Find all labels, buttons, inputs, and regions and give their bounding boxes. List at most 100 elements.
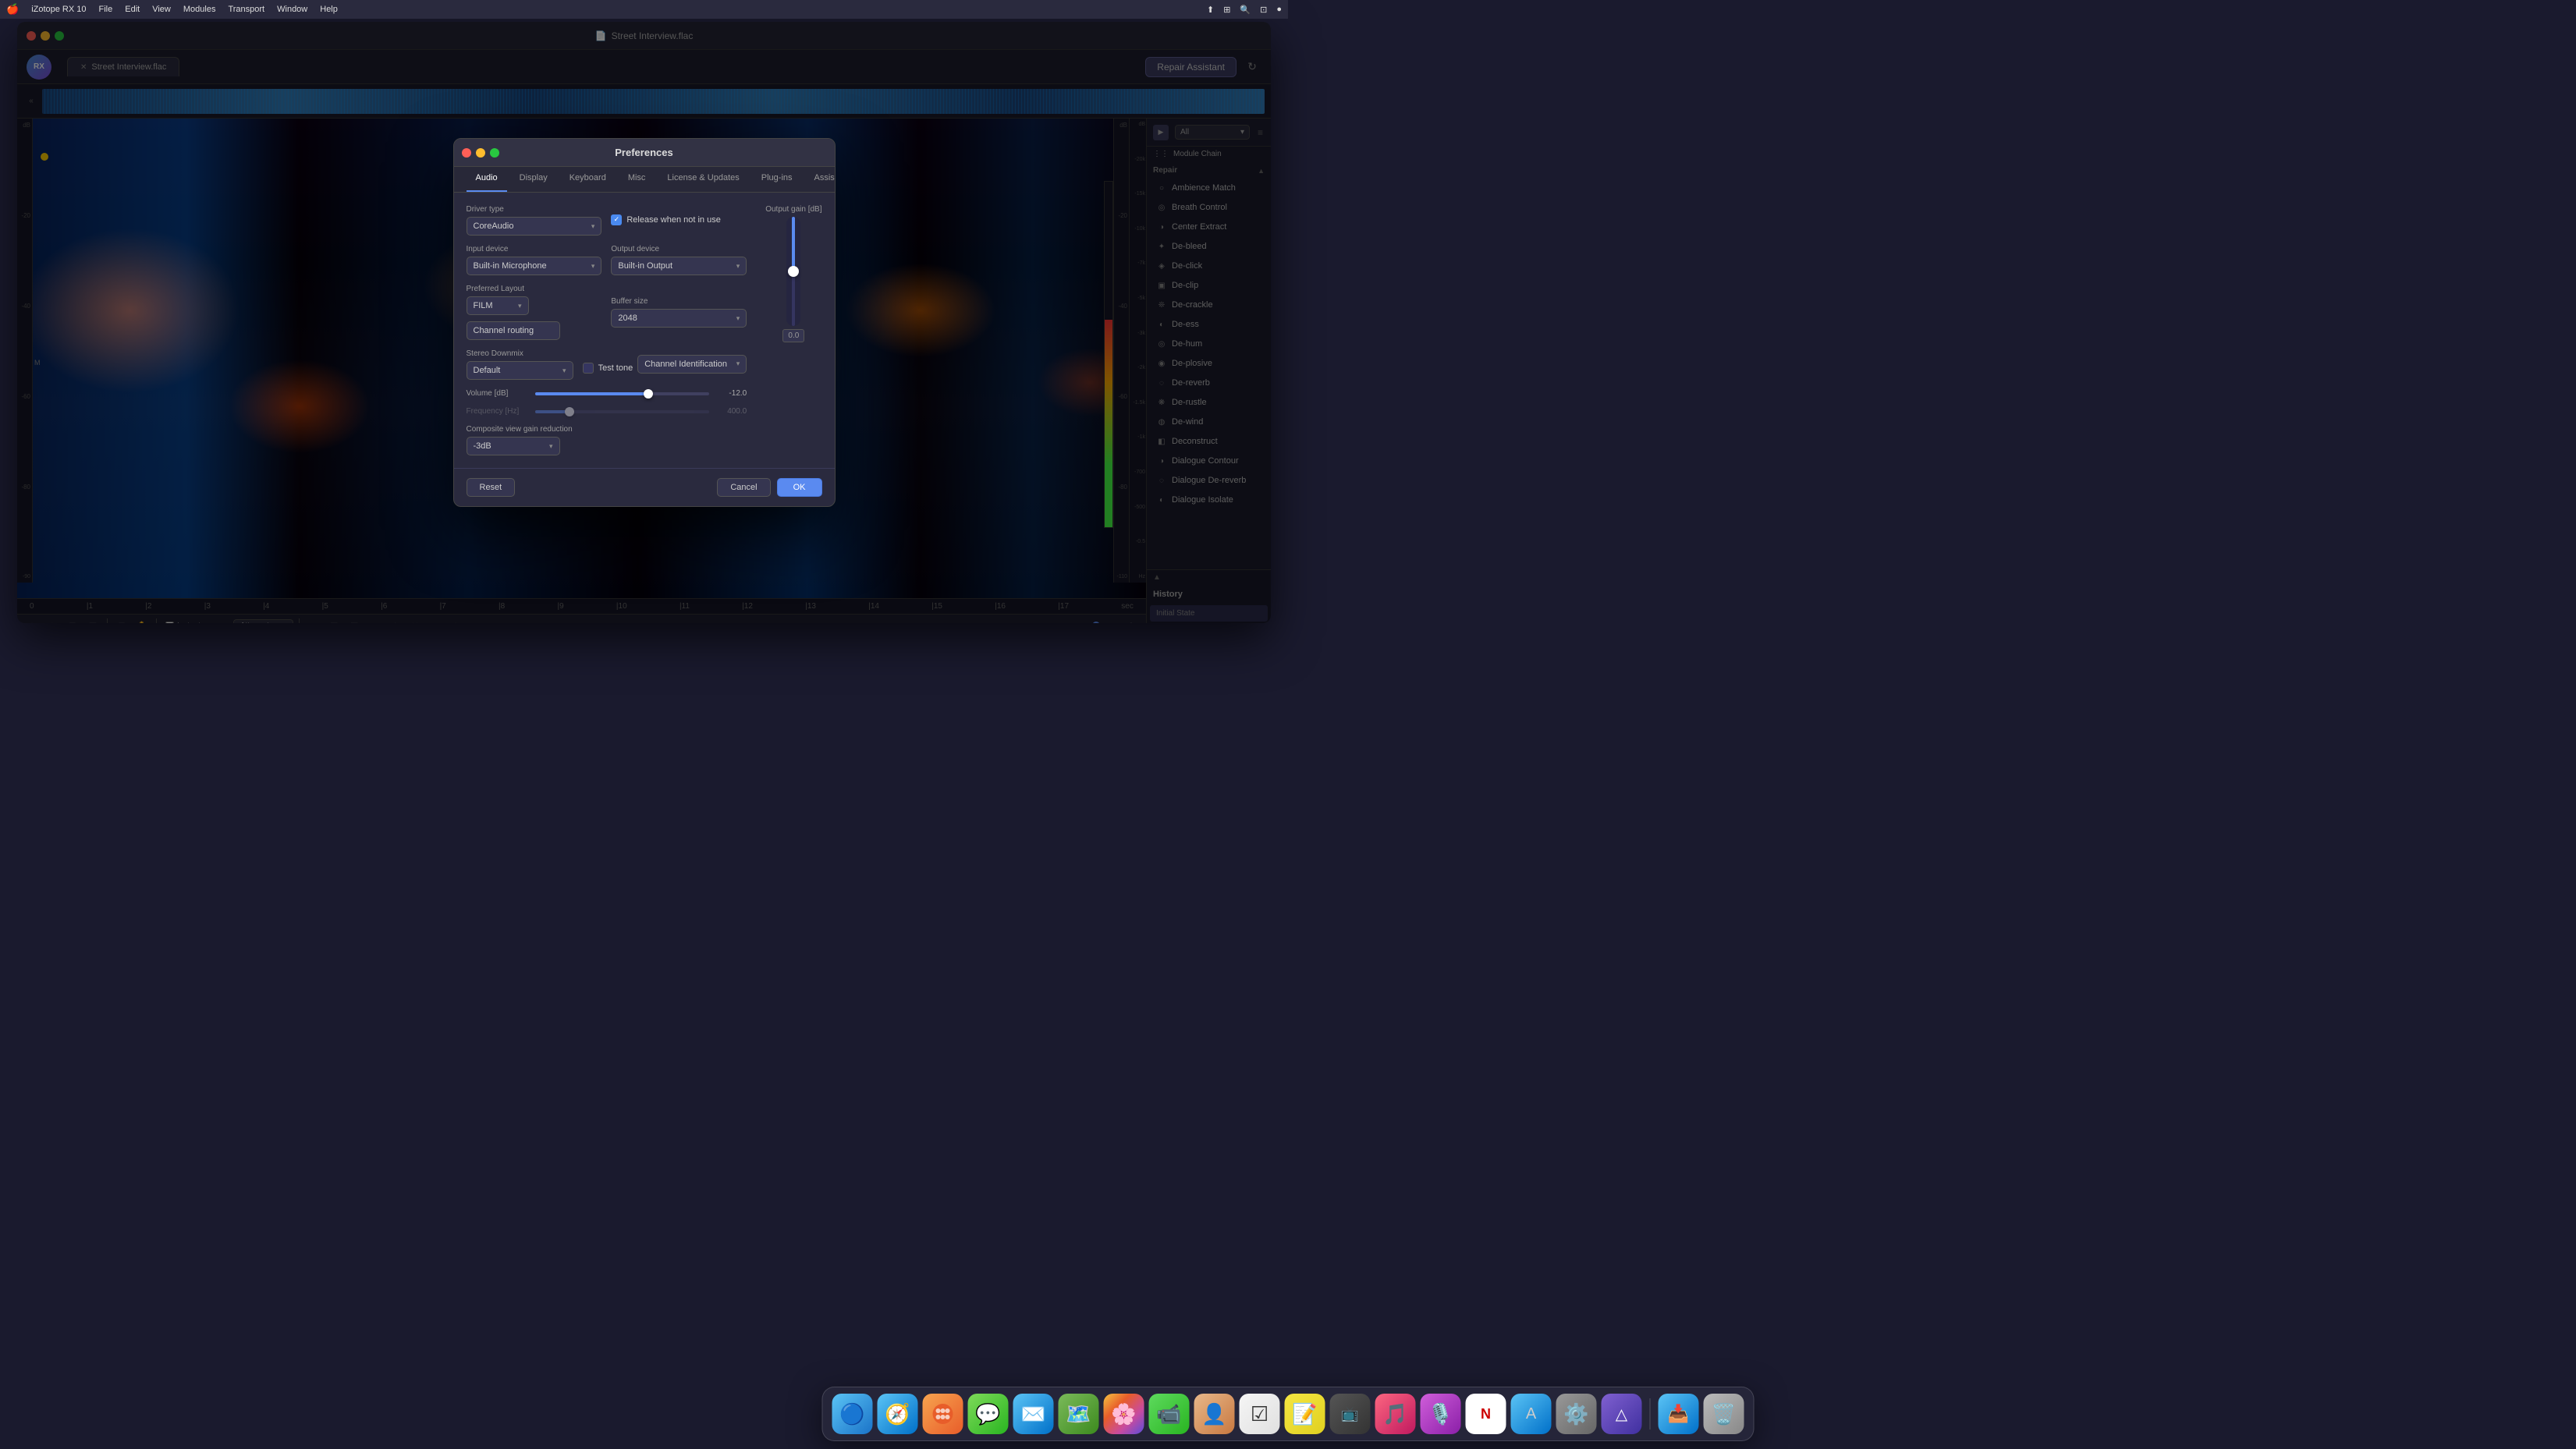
menubar-clock: ● <box>1276 5 1282 14</box>
modal-minimize-btn[interactable] <box>476 148 485 158</box>
test-tone-label: Test tone <box>598 363 633 373</box>
layout-select[interactable]: FILM ▾ <box>467 296 529 315</box>
menu-edit[interactable]: Edit <box>125 5 140 14</box>
dock-podcasts[interactable]: 🎙️ <box>1421 1394 1461 1434</box>
modal-title: Preferences <box>615 147 672 158</box>
pref-tab-display[interactable]: Display <box>510 167 557 192</box>
menubar-search-icon[interactable]: 🔍 <box>1240 5 1251 15</box>
buffer-size-label: Buffer size <box>611 297 747 306</box>
dock-trash[interactable]: 🗑️ <box>1704 1394 1744 1434</box>
output-gain-slider[interactable] <box>786 217 800 326</box>
driver-type-arrow: ▾ <box>591 222 595 231</box>
menu-help[interactable]: Help <box>320 5 338 14</box>
modal-footer: Reset Cancel OK <box>454 468 835 506</box>
dock-news[interactable]: N <box>1466 1394 1506 1434</box>
volume-slider-fill <box>535 392 648 395</box>
app-window: 📄 Street Interview.flac RX ✕ Street Inte… <box>17 22 1271 623</box>
layout-group: Preferred Layout FILM ▾ Channel routing <box>467 285 602 340</box>
test-tone-arrow: ▾ <box>736 360 740 368</box>
frequency-slider-thumb <box>565 407 574 416</box>
dock-separator <box>1650 1398 1651 1430</box>
composite-gain-select[interactable]: -3dB ▾ <box>467 437 560 455</box>
input-device-group: Input device Built-in Microphone ▾ <box>467 245 602 275</box>
release-label: Release when not in use <box>626 215 720 225</box>
dock-photos[interactable]: 🌸 <box>1104 1394 1144 1434</box>
frequency-row: Frequency [Hz] 400.0 <box>467 407 747 416</box>
test-tone-checkbox[interactable] <box>583 363 594 374</box>
volume-slider-track[interactable] <box>535 392 710 395</box>
modal-tabs: Audio Display Keyboard Misc License & Up… <box>454 167 835 193</box>
cancel-button[interactable]: Cancel <box>717 478 770 497</box>
driver-type-select[interactable]: CoreAudio ▾ <box>467 217 602 236</box>
release-checkbox-row: ✓ Release when not in use <box>611 214 720 225</box>
buffer-size-arrow: ▾ <box>736 314 740 323</box>
pref-tab-misc[interactable]: Misc <box>619 167 655 192</box>
volume-row: Volume [dB] -12.0 <box>467 389 747 398</box>
pref-tab-license[interactable]: License & Updates <box>658 167 748 192</box>
output-device-arrow: ▾ <box>736 262 740 271</box>
release-checkbox[interactable]: ✓ <box>611 214 622 225</box>
dock-finder[interactable]: 🔵 <box>832 1394 873 1434</box>
release-checkbox-area: ✓ Release when not in use <box>611 214 747 227</box>
menu-transport[interactable]: Transport <box>228 5 264 14</box>
menu-file[interactable]: File <box>99 5 113 14</box>
channel-routing-select[interactable]: Channel routing <box>467 321 560 340</box>
menubar-controls-icon: ⬆ <box>1207 5 1214 15</box>
dock-messages[interactable]: 💬 <box>968 1394 1009 1434</box>
output-device-select[interactable]: Built-in Output ▾ <box>611 257 747 275</box>
apple-menu[interactable]: 🍎 <box>6 3 19 16</box>
layout-label: Preferred Layout <box>467 285 602 293</box>
menu-view[interactable]: View <box>152 5 171 14</box>
dock-appletv[interactable]: 📺 <box>1330 1394 1371 1434</box>
modal-titlebar: Preferences <box>454 139 835 167</box>
dock-facetime[interactable]: 📹 <box>1149 1394 1190 1434</box>
modal-action-buttons: Cancel OK <box>717 478 821 497</box>
ok-button[interactable]: OK <box>777 478 822 497</box>
menubar-cast-icon: ⊡ <box>1260 5 1267 15</box>
dock-altair[interactable]: △ <box>1602 1394 1642 1434</box>
dock-system-preferences[interactable]: ⚙️ <box>1556 1394 1597 1434</box>
pref-tab-keyboard[interactable]: Keyboard <box>560 167 616 192</box>
menubar-grid-icon: ⊞ <box>1223 5 1230 15</box>
output-gain-label: Output gain [dB] <box>765 205 821 214</box>
test-tone-area: Test tone Channel Identification ▾ <box>583 355 747 375</box>
test-tone-checkbox-row: Test tone <box>583 363 633 374</box>
pref-tab-assistant[interactable]: Assistant <box>805 167 836 192</box>
volume-value: -12.0 <box>715 389 747 398</box>
dock-launchpad[interactable] <box>923 1394 963 1434</box>
dock-contacts[interactable]: 👤 <box>1194 1394 1235 1434</box>
reset-button[interactable]: Reset <box>467 478 516 497</box>
input-device-select[interactable]: Built-in Microphone ▾ <box>467 257 602 275</box>
output-gain-area: Output gain [dB] 0.0 <box>759 193 834 468</box>
volume-slider-thumb[interactable] <box>644 389 653 399</box>
buffer-size-group: Buffer size 2048 ▾ <box>611 297 747 328</box>
test-tone-type-select[interactable]: Channel Identification ▾ <box>637 355 747 374</box>
dock-mail[interactable]: ✉️ <box>1013 1394 1054 1434</box>
dock-safari[interactable]: 🧭 <box>878 1394 918 1434</box>
dock-reminders[interactable]: ☑ <box>1240 1394 1280 1434</box>
buffer-size-select[interactable]: 2048 ▾ <box>611 309 747 328</box>
downmix-select[interactable]: Default ▾ <box>467 361 573 380</box>
pref-tab-audio[interactable]: Audio <box>467 167 507 192</box>
downmix-row: Stereo Downmix Default ▾ Test tone <box>467 349 747 380</box>
menu-window[interactable]: Window <box>277 5 307 14</box>
downmix-arrow: ▾ <box>562 367 566 375</box>
modal-close-btn[interactable] <box>462 148 471 158</box>
dock-appstore[interactable]: A <box>1511 1394 1552 1434</box>
menu-app[interactable]: iZotope RX 10 <box>31 5 86 14</box>
pref-tab-plugins[interactable]: Plug-ins <box>752 167 802 192</box>
modal-overlay[interactable]: Preferences Audio Display Keyboard Misc … <box>17 22 1271 623</box>
dock-downloads[interactable]: 📥 <box>1659 1394 1699 1434</box>
preferences-modal: Preferences Audio Display Keyboard Misc … <box>453 138 836 507</box>
downmix-group: Stereo Downmix Default ▾ <box>467 349 573 380</box>
gain-slider-thumb[interactable] <box>788 266 799 277</box>
input-device-label: Input device <box>467 245 602 253</box>
dock-music[interactable]: 🎵 <box>1375 1394 1416 1434</box>
modal-maximize-btn[interactable] <box>490 148 499 158</box>
frequency-label: Frequency [Hz] <box>467 407 529 416</box>
menu-modules[interactable]: Modules <box>183 5 216 14</box>
modal-content-left: Driver type CoreAudio ▾ ✓ Release when n… <box>454 193 760 468</box>
dock-notes[interactable]: 📝 <box>1285 1394 1325 1434</box>
dock-maps[interactable]: 🗺️ <box>1059 1394 1099 1434</box>
menubar-right: ⬆ ⊞ 🔍 ⊡ ● <box>1207 5 1282 15</box>
